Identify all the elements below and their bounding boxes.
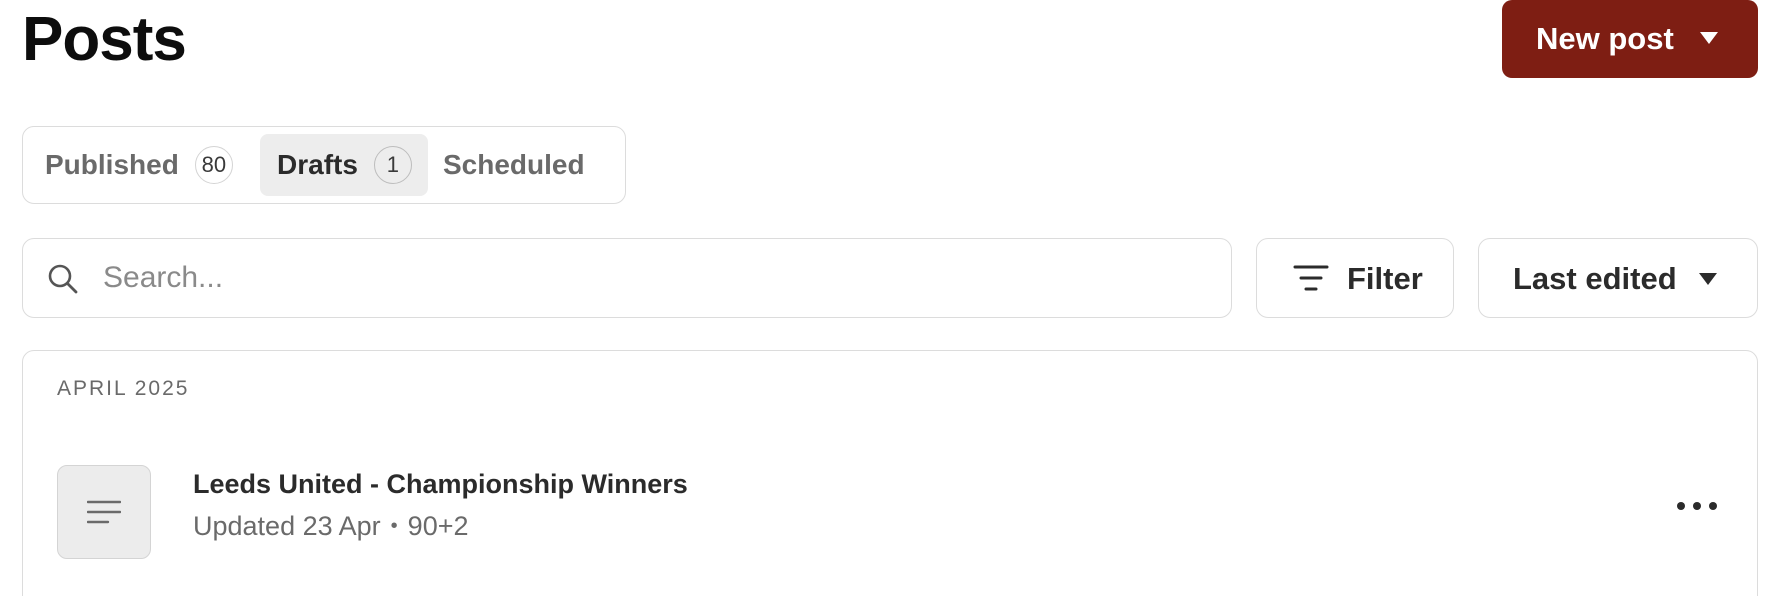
post-thumbnail <box>57 465 151 559</box>
post-extra: 90+2 <box>407 511 469 541</box>
search-field[interactable] <box>22 238 1232 318</box>
meta-separator: • <box>390 515 398 537</box>
search-input[interactable] <box>103 251 1203 305</box>
tab-count-badge: 80 <box>194 146 233 184</box>
post-updated: Updated 23 Apr <box>193 511 381 541</box>
list-item[interactable]: Leeds United - Championship Winners Upda… <box>23 451 1756 571</box>
new-post-button[interactable]: New post <box>1502 0 1758 78</box>
sort-label: Last edited <box>1513 261 1677 296</box>
tab-label: Drafts <box>277 149 358 180</box>
more-horizontal-icon[interactable] <box>1673 491 1723 521</box>
tab-label: Scheduled <box>443 149 585 180</box>
filter-lines-icon <box>1293 265 1329 291</box>
month-group-heading: APRIL 2025 <box>57 377 190 400</box>
posts-page: Posts New post Published 80 Drafts 1 Sch… <box>0 0 1784 596</box>
page-title: Posts <box>22 5 187 74</box>
chevron-down-icon <box>1699 273 1717 285</box>
post-status-tabs: Published 80 Drafts 1 Scheduled <box>22 126 626 204</box>
filter-button[interactable]: Filter <box>1256 238 1454 318</box>
post-meta: Updated 23 Apr • 90+2 <box>193 511 469 542</box>
search-icon <box>48 264 78 294</box>
posts-list: APRIL 2025 Leeds United - Championship W… <box>22 350 1758 596</box>
tab-scheduled[interactable]: Scheduled <box>437 134 607 196</box>
filter-label: Filter <box>1347 261 1423 296</box>
tab-count-badge: 1 <box>373 146 412 184</box>
tab-label: Published <box>45 149 179 180</box>
tab-published[interactable]: Published 80 <box>33 134 233 196</box>
sort-dropdown[interactable]: Last edited <box>1478 238 1758 318</box>
text-lines-icon <box>87 500 121 524</box>
caret-down-icon[interactable] <box>1700 32 1718 44</box>
new-post-label: New post <box>1536 21 1674 56</box>
post-title[interactable]: Leeds United - Championship Winners <box>193 469 688 500</box>
tab-drafts[interactable]: Drafts 1 <box>260 134 428 196</box>
